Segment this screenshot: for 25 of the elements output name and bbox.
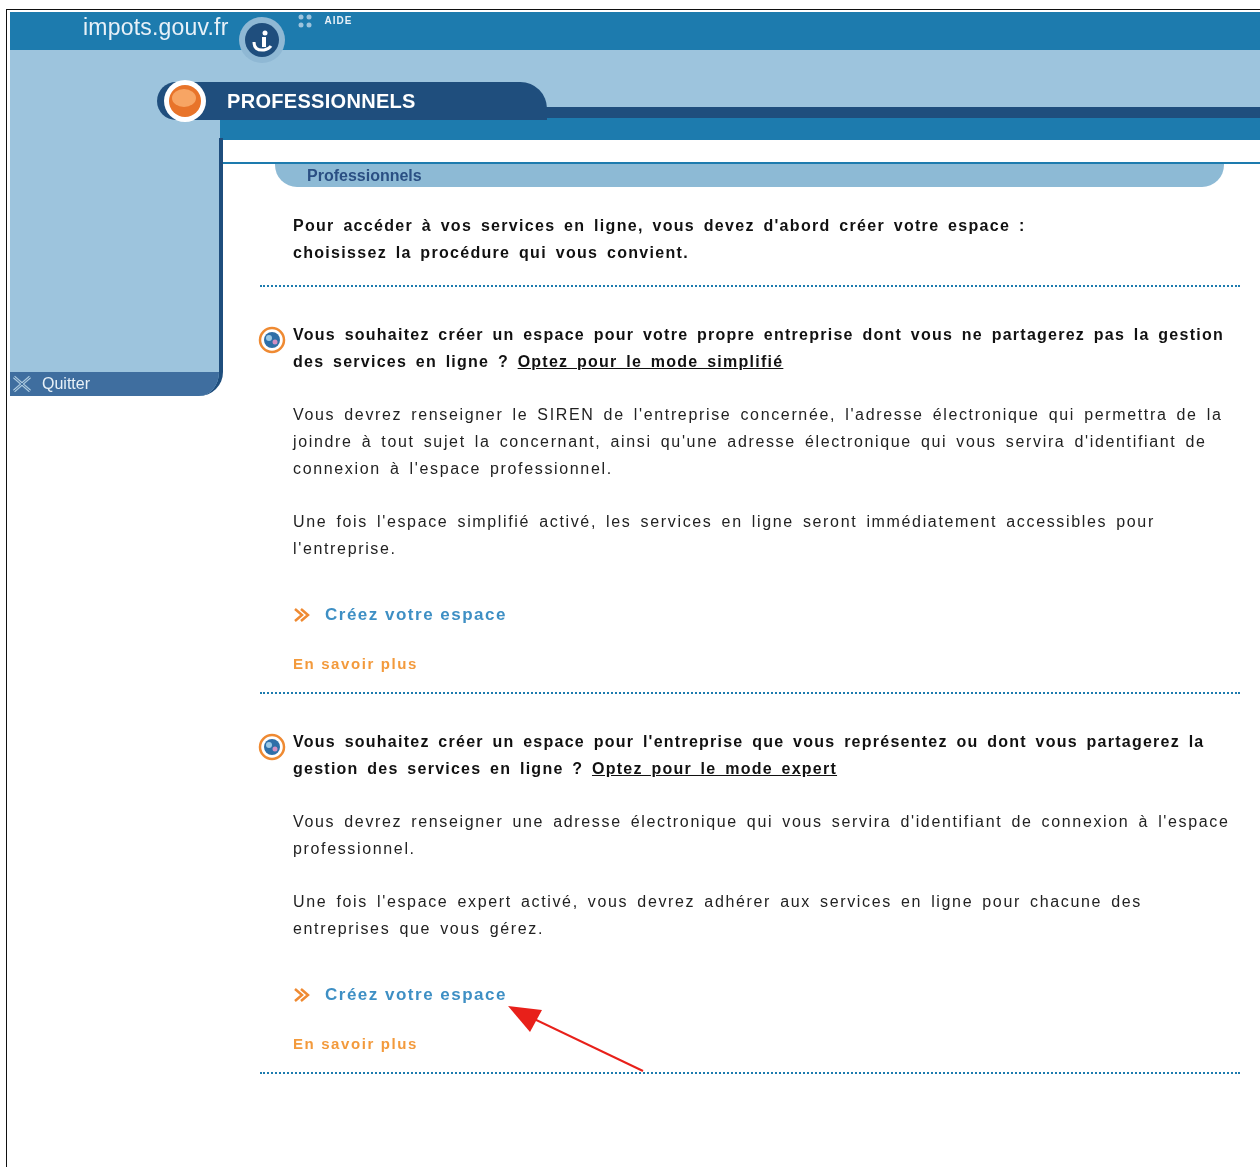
quit-item[interactable]: Quitter bbox=[10, 372, 219, 396]
close-icon bbox=[12, 375, 32, 393]
create-space-link[interactable]: Créez votre espace bbox=[325, 985, 507, 1005]
description-text: Vous devrez renseigner une adresse électronique qui vous servira d'identifiant de connexion à l'espace professionnel. bbox=[293, 812, 1231, 859]
question-text: Vous souhaitez créer un espace pour votre propre entreprise dont vous ne partagerez pas la gestion des services en ligne ? Optez pour le mode simplifié bbox=[293, 325, 1225, 372]
description-text: Une fois l'espace simplifié activé, les services en ligne seront immédiatement accessibles pour l'entreprise. bbox=[293, 512, 1156, 559]
dots-icon bbox=[297, 14, 312, 28]
chevron-icon bbox=[293, 987, 311, 1003]
mode-link[interactable]: Optez pour le mode simplifié bbox=[517, 353, 784, 370]
breadcrumb-text[interactable]: Professionnels bbox=[307, 166, 422, 185]
chevron-icon bbox=[293, 607, 311, 623]
description-text: Vous devrez renseigner le SIREN de l'entreprise concernée, l'adresse électronique qui permettra de la joindre à tout sujet la concernant, ainsi qu'une adresse électronique qui vous servira d'identifiant de connexion à l'espace professionnel. bbox=[293, 405, 1224, 479]
mode-link[interactable]: Optez pour le mode expert bbox=[592, 760, 838, 777]
site-logo[interactable]: impots.gouv.fr bbox=[83, 14, 229, 41]
question-text: Vous souhaitez créer un espace pour l'entreprise que vous représentez ou dont vous partagerez la gestion des services en ligne ? Optez pour le mode expert bbox=[293, 732, 1206, 779]
orb-icon bbox=[163, 79, 207, 123]
intro-text: Pour accéder à vos services en ligne, vous devez d'abord créer votre espace : choisissez la procédure qui vous convient. bbox=[293, 216, 1027, 263]
create-space-link[interactable]: Créez votre espace bbox=[325, 605, 507, 625]
description-text: Une fois l'espace expert activé, vous devrez adhérer aux services en ligne pour chacune des entreprises que vous gérez. bbox=[293, 892, 1143, 939]
section-tab[interactable]: PROFESSIONNELS bbox=[157, 82, 547, 120]
learn-more-link[interactable]: En savoir plus bbox=[293, 1035, 418, 1052]
learn-more-link[interactable]: En savoir plus bbox=[293, 655, 418, 672]
help-link[interactable]: AIDE bbox=[324, 15, 353, 26]
globe-icon bbox=[258, 326, 286, 354]
globe-icon bbox=[258, 733, 286, 761]
